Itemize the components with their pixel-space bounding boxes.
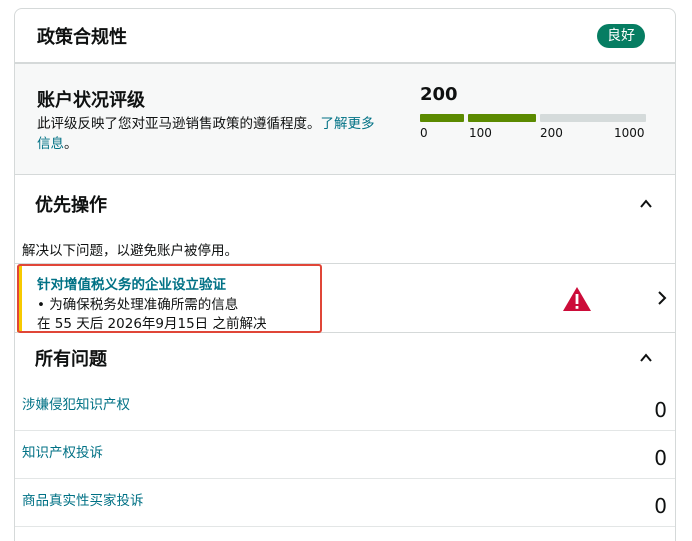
- issue-label[interactable]: 涉嫌侵犯知识产权: [22, 393, 130, 413]
- issue-row[interactable]: 商品真实性买家投诉 0: [15, 479, 675, 527]
- priority-item-due: 在 55 天后 2026年9月15日 之前解决: [37, 316, 267, 332]
- account-health-description: 此评级反映了您对亚马逊销售政策的遵循程度。了解更多信息。: [37, 114, 377, 154]
- policy-compliance-card: 政策合规性 良好 账户状况评级 此评级反映了您对亚马逊销售政策的遵循程度。了解更…: [14, 8, 676, 541]
- priority-action-item[interactable]: 针对增值税义务的企业设立验证 • 为确保税务处理准确所需的信息 在 55 天后 …: [15, 263, 675, 333]
- meter-tick: 200: [540, 126, 563, 140]
- meter-segment-2: [468, 114, 536, 122]
- priority-actions-header[interactable]: 优先操作: [15, 175, 675, 229]
- issue-label[interactable]: 商品真实性买家投诉: [22, 489, 144, 509]
- chevron-up-icon[interactable]: [639, 351, 653, 365]
- meter-tick: 100: [469, 126, 492, 140]
- description-period: 。: [64, 136, 78, 152]
- all-issues-title: 所有问题: [35, 349, 107, 370]
- all-issues-header[interactable]: 所有问题: [15, 333, 675, 383]
- description-text: 此评级反映了您对亚马逊销售政策的遵循程度。: [37, 116, 321, 132]
- meter-segment-3: [540, 114, 646, 122]
- warning-icon: [563, 287, 591, 311]
- issue-count: 0: [654, 446, 667, 470]
- page-title: 政策合规性: [37, 26, 127, 48]
- issue-count: 0: [654, 398, 667, 422]
- chevron-up-icon[interactable]: [639, 197, 653, 211]
- status-badge: 良好: [597, 23, 645, 48]
- priority-actions-title: 优先操作: [35, 195, 107, 216]
- card-header: 政策合规性 良好: [15, 9, 675, 64]
- issue-count: 0: [654, 494, 667, 518]
- health-score-meter: 200 0 100 200 1000: [420, 84, 650, 140]
- health-score-value: 200: [420, 84, 458, 105]
- priority-item-detail: • 为确保税务处理准确所需的信息: [37, 297, 239, 313]
- chevron-right-icon[interactable]: [655, 290, 669, 306]
- meter-tick: 0: [420, 126, 428, 140]
- account-health-section: 账户状况评级 此评级反映了您对亚马逊销售政策的遵循程度。了解更多信息。 200 …: [15, 64, 675, 175]
- priority-item-title[interactable]: 针对增值税义务的企业设立验证: [37, 273, 226, 293]
- issue-row[interactable]: 涉嫌侵犯知识产权 0: [15, 383, 675, 431]
- account-health-title: 账户状况评级: [37, 90, 145, 111]
- issue-row[interactable]: 知识产权投诉 0: [15, 431, 675, 479]
- meter-tick: 1000: [614, 126, 645, 140]
- issue-label[interactable]: 知识产权投诉: [22, 441, 103, 461]
- priority-note: 解决以下问题，以避免账户被停用。: [22, 243, 238, 259]
- meter-segment-1: [420, 114, 464, 122]
